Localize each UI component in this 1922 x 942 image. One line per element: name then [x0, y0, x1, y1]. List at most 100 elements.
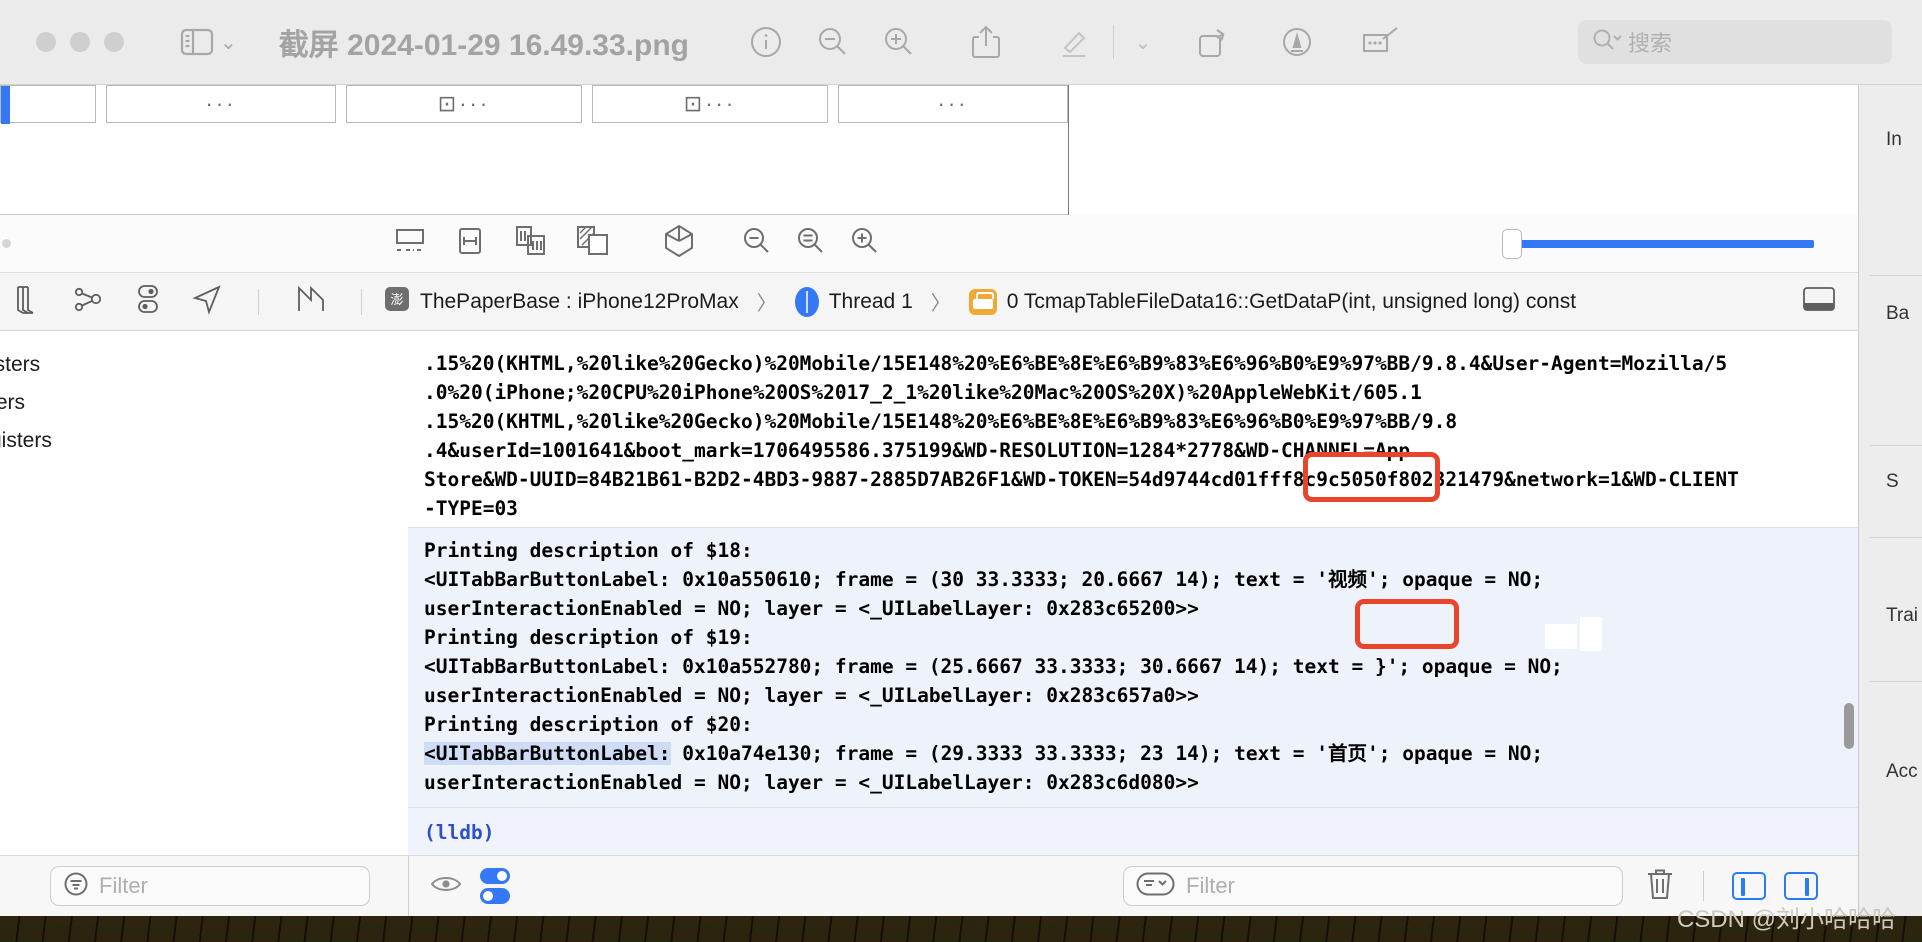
filter-icon: [1136, 871, 1176, 902]
hide-console-icon[interactable]: [1802, 285, 1836, 318]
description-line-b: }'; opaque = NO;: [1374, 655, 1563, 678]
files-navigator-icon[interactable]: [12, 283, 46, 320]
debug-zoom-buttons: [741, 225, 881, 262]
variables-filter-placeholder: Filter: [99, 873, 148, 898]
jump-bar-divider: [361, 288, 362, 315]
rotate-button[interactable]: [1180, 16, 1246, 68]
description-line: <UITabBarButtonLabel: 0x10a74e130; frame…: [424, 739, 1842, 768]
view-layers-icon[interactable]: [575, 224, 611, 263]
inspector-label-ba: Ba: [1886, 303, 1910, 324]
close-button[interactable]: [36, 32, 56, 52]
console-prompt[interactable]: (lldb): [408, 807, 1858, 855]
zoom-out-button[interactable]: [799, 16, 865, 68]
console-description-block[interactable]: Printing description of $18: <UITabBarBu…: [408, 527, 1858, 807]
location-icon[interactable]: [190, 283, 224, 320]
zoom-actual-icon[interactable]: [795, 225, 827, 262]
toolbar-divider: [1112, 25, 1114, 59]
description-line2: userInteractionEnabled = NO; layer = <_U…: [424, 597, 1199, 620]
inspector-divider: [1870, 537, 1922, 538]
cell-ellipsis: ···: [937, 91, 969, 116]
screen-root: ⌄ 截屏 2024-01-29 16.49.33.png ⌄ 搜索 ··· ⊡·…: [0, 0, 1922, 942]
show-variables-view-icon[interactable]: [1732, 872, 1766, 900]
description-header: Printing description of $20:: [424, 713, 753, 736]
breadcrumb-frame[interactable]: 0 TcmapTableFileData16::GetDataP(int, un…: [1007, 290, 1576, 314]
jump-bar-icons: [12, 282, 370, 321]
controls-divider: [1703, 871, 1704, 901]
sidebar-toggle-button[interactable]: ⌄: [180, 27, 237, 57]
breadcrumb-scheme[interactable]: ThePaperBase : iPhone12ProMax: [420, 290, 739, 314]
variable-row[interactable]: ters: [0, 391, 25, 415]
variable-row[interactable]: isters: [0, 353, 40, 377]
table-fragment-cell[interactable]: ⊡···: [346, 85, 582, 123]
zoom-button[interactable]: [104, 32, 124, 52]
view-spacing-slider[interactable]: [1502, 228, 1814, 259]
variables-pane: isters ters gisters: [0, 331, 408, 855]
view-spacing-icon[interactable]: [453, 224, 487, 263]
window-titlebar: ⌄ 截屏 2024-01-29 16.49.33.png ⌄ 搜索: [0, 0, 1922, 85]
slider-knob[interactable]: [1502, 228, 1522, 259]
orthographic-icon[interactable]: [663, 223, 695, 264]
cell-ellipsis: ···: [205, 91, 237, 116]
console-log-line: -TYPE=03: [424, 497, 518, 520]
console-output[interactable]: .0%20(iPhone;%20CPU%20iPhone%20OS%2017_2…: [408, 331, 1858, 855]
info-button[interactable]: [733, 16, 799, 68]
thread-icon: [794, 286, 819, 317]
search-icon: [1592, 27, 1622, 58]
share-button[interactable]: [953, 16, 1019, 68]
zoom-in-button[interactable]: [865, 16, 931, 68]
description-line: <UITabBarButtonLabel: 0x10a550610; frame…: [424, 565, 1842, 594]
console-scrollbar[interactable]: [1844, 703, 1854, 749]
inspector-label-s: S: [1886, 471, 1899, 492]
table-fragment-cell[interactable]: ···: [106, 85, 336, 123]
slider-track: [1516, 239, 1814, 248]
trash-icon[interactable]: [1645, 867, 1675, 906]
inspector-divider: [1870, 445, 1922, 446]
window-title: 截屏 2024-01-29 16.49.33.png: [278, 29, 689, 62]
annotate-button[interactable]: [1264, 16, 1330, 68]
traffic-lights[interactable]: [36, 32, 124, 52]
minimize-button[interactable]: [70, 32, 90, 52]
search-field[interactable]: 搜索: [1578, 20, 1892, 64]
lldb-prompt-text: (lldb): [424, 821, 495, 844]
description-header: Printing description of $18:: [424, 539, 753, 562]
search-placeholder: 搜索: [1628, 31, 1673, 56]
console-log-rest: .15%20(KHTML,%20like%20Gecko)%20Mobile/1…: [408, 349, 1858, 523]
preview-window: ⌄ 截屏 2024-01-29 16.49.33.png ⌄ 搜索 ··· ⊡·…: [0, 0, 1922, 916]
view-frame-icon[interactable]: [393, 224, 427, 263]
watermark: CSDN @刘小哈哈哈: [1676, 906, 1896, 933]
toolbar-actions: ⌄: [733, 16, 1414, 68]
zoom-in-icon[interactable]: [849, 225, 881, 262]
markup-chevron-button[interactable]: ⌄: [1120, 16, 1166, 68]
variable-row[interactable]: gisters: [0, 429, 52, 453]
hierarchy-icon[interactable]: [72, 283, 106, 320]
redact-button[interactable]: [1348, 16, 1414, 68]
scope-toggle-icon[interactable]: [480, 868, 510, 904]
view-clipped-icon[interactable]: [513, 224, 549, 263]
console-log-line: .4&userId=1001641&boot_mark=1706495586.3…: [424, 439, 1411, 462]
debug-bar-divider: [408, 855, 409, 916]
sidebar-icon: [180, 27, 214, 57]
selection-bar: [1, 86, 10, 124]
step-icon[interactable]: [293, 283, 327, 320]
scope-toggle-upper: [480, 868, 510, 884]
console-filter-field[interactable]: Filter: [1123, 866, 1623, 906]
table-fragment-cell[interactable]: [0, 85, 96, 124]
description-line-a: <UITabBarButtonLabel: 0x10a552780; frame…: [424, 655, 1375, 678]
inspector-divider: [1870, 681, 1922, 682]
show-console-view-icon[interactable]: [1784, 872, 1818, 900]
table-fragment-cell[interactable]: ⊡···: [592, 85, 828, 123]
table-fragment-cell[interactable]: ···: [838, 85, 1068, 123]
console-log-line: .15%20(KHTML,%20like%20Gecko)%20Mobile/1…: [424, 352, 1728, 375]
chevron-down-icon: ⌄: [220, 31, 237, 54]
inspector-divider: [1870, 275, 1922, 276]
variables-view-controls: [430, 868, 510, 904]
console-log-line: Store&WD-UUID=84B21B61-B2D2-4BD3-9887-28…: [424, 468, 1739, 491]
svg-text:澎: 澎: [390, 292, 403, 307]
zoom-out-icon[interactable]: [741, 225, 773, 262]
debug-toggles-icon[interactable]: [132, 282, 164, 321]
eye-icon[interactable]: [430, 872, 462, 901]
breadcrumb-thread[interactable]: Thread 1: [829, 290, 913, 314]
markup-button[interactable]: [1041, 16, 1107, 68]
description-header: Printing description of $19:: [424, 626, 753, 649]
variables-filter-field[interactable]: Filter: [50, 866, 370, 906]
